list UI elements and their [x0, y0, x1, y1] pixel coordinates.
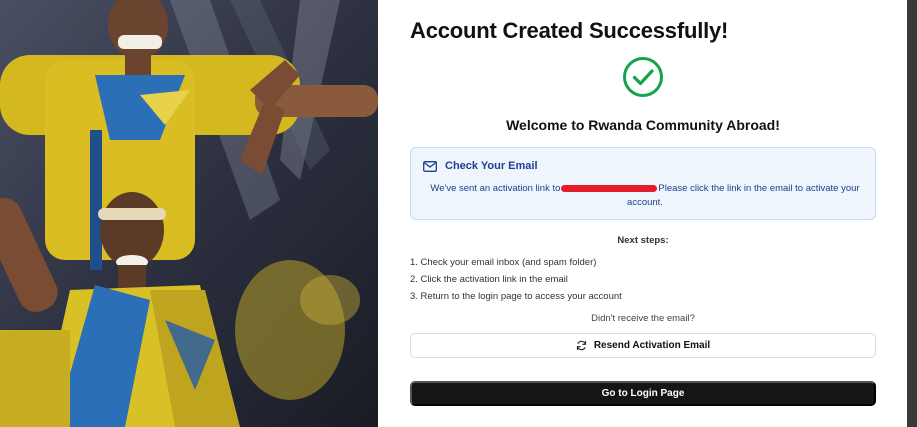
list-item: 2. Click the activation link in the emai… [410, 274, 568, 285]
check-circle-icon [623, 57, 663, 97]
refresh-icon [576, 340, 586, 351]
success-panel: Account Created Successfully! Welcome to… [378, 0, 907, 427]
email-notice-message: We've sent an activation link to Please c… [425, 182, 865, 210]
resend-activation-button[interactable]: Resend Activation Email [410, 333, 876, 358]
resend-button-label: Resend Activation Email [593, 340, 711, 351]
mail-icon [423, 160, 437, 172]
welcome-heading: Welcome to Rwanda Community Abroad! [506, 117, 780, 133]
page-title: Account Created Successfully! [410, 18, 729, 43]
hero-photo [0, 0, 378, 427]
next-steps-list: 1. Check your email inbox (and spam fold… [410, 254, 622, 305]
list-item: 3. Return to the login page to access yo… [410, 291, 622, 302]
redacted-email [561, 184, 658, 192]
window-edge [907, 0, 917, 427]
email-notice-message-end: Please click the link in the email to ac… [627, 183, 860, 208]
go-to-login-button[interactable]: Go to Login Page [410, 381, 876, 406]
email-notice-message-start: We've sent an activation link to [430, 183, 561, 194]
next-steps-heading: Next steps: [617, 235, 669, 246]
email-notice-card: Check Your Email We've sent an activatio… [410, 147, 876, 220]
email-notice-heading: Check Your Email [445, 160, 538, 172]
list-item: 1. Check your email inbox (and spam fold… [410, 257, 597, 268]
hero-illustration [0, 0, 378, 427]
resend-prompt: Didn't receive the email? [591, 313, 695, 324]
